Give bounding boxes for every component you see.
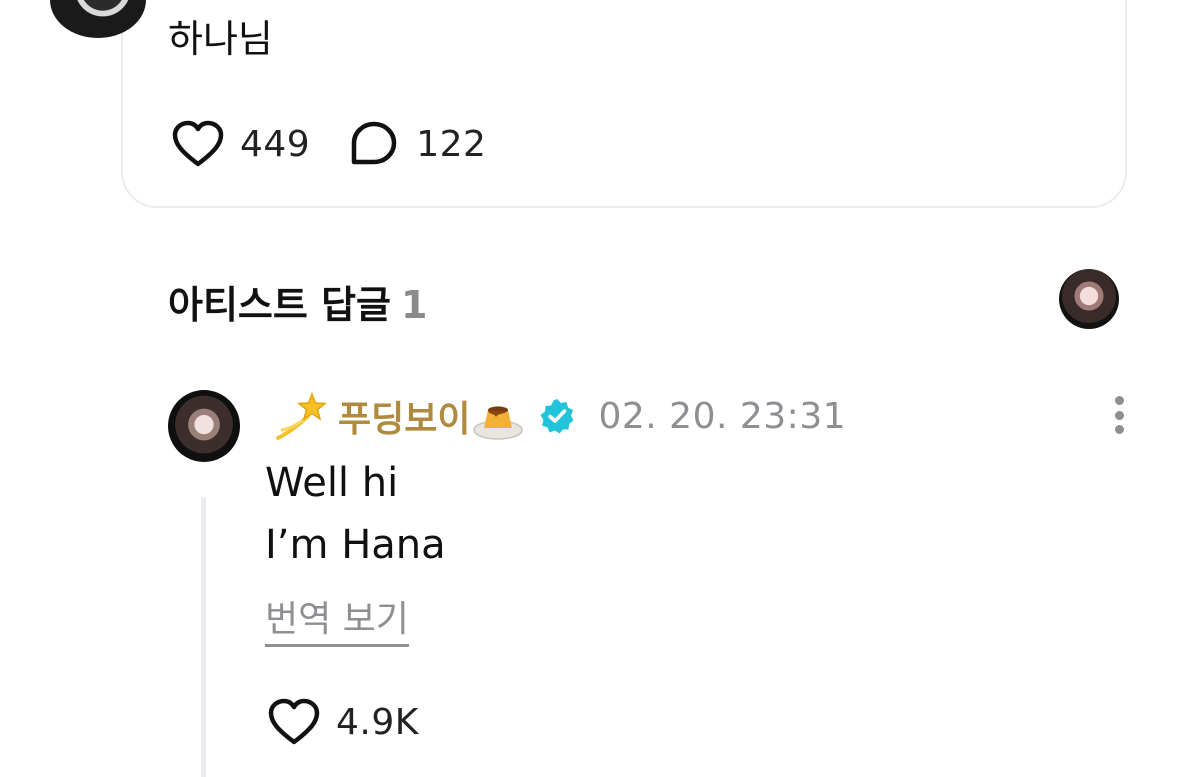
heart-outline-icon[interactable] xyxy=(266,694,322,750)
reply-count: 1 xyxy=(401,283,428,327)
post-stats: 449 122 xyxy=(170,112,522,176)
reply-username[interactable]: 푸딩보이 xyxy=(338,390,470,442)
thread-line xyxy=(201,497,206,777)
reply-author-avatar[interactable] xyxy=(168,390,240,462)
speech-bubble-icon[interactable] xyxy=(346,116,402,172)
reply-like-count: 4.9K xyxy=(336,701,419,743)
dizzy-star-emoji xyxy=(276,391,328,440)
post-comment-count: 122 xyxy=(416,123,487,165)
section-title-label: 아티스트 답글 xyxy=(168,283,391,327)
reply-text-line-1: Well hi xyxy=(265,460,399,506)
post-text: 하나님 xyxy=(168,17,273,61)
translate-button[interactable]: 번역 보기 xyxy=(265,598,409,647)
verified-badge-icon xyxy=(540,399,574,434)
reply-text-line-2: I’m Hana xyxy=(265,522,446,568)
reply-timestamp: 02. 20. 23:31 xyxy=(598,395,847,437)
more-options-icon[interactable] xyxy=(1104,392,1134,438)
reply-header: 푸딩보이 02. 20. 23:31 xyxy=(272,388,846,444)
section-title: 아티스트 답글 1 xyxy=(168,274,427,329)
pudding-emoji xyxy=(473,406,524,440)
reply-stats: 4.9K xyxy=(266,694,419,750)
heart-outline-icon[interactable] xyxy=(170,116,226,172)
post-like-count: 449 xyxy=(240,123,311,165)
artist-avatar[interactable] xyxy=(1059,269,1119,329)
